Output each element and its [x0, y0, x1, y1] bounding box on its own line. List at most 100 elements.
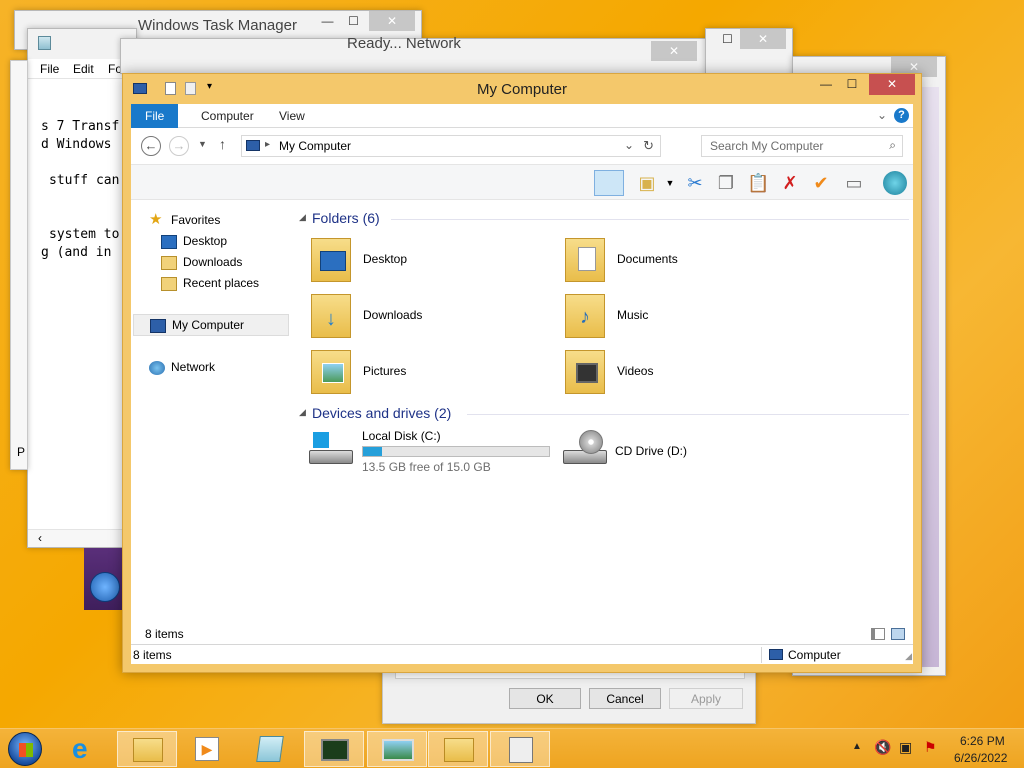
- cut-icon[interactable]: ✂: [684, 172, 706, 194]
- resize-grip-icon[interactable]: ◢: [905, 651, 912, 662]
- notepad-horizontal-scrollbar[interactable]: ‹: [28, 529, 136, 547]
- clock-date[interactable]: 6/26/2022: [954, 751, 1007, 765]
- notepad-line: s 7 Transf: [41, 119, 120, 134]
- search-icon[interactable]: ⌕: [889, 138, 896, 153]
- status-bar: 8 items Computer ◢: [131, 644, 913, 664]
- taskbar: e ▶ ▲ 🔇 ▣ ⚑ 6:26 PM 6/26/2022: [0, 728, 1024, 768]
- start-button[interactable]: [8, 732, 42, 766]
- taskbar-internet-explorer[interactable]: e: [58, 731, 118, 767]
- notepad-window[interactable]: File Edit Fo s 7 Transf d Windows stuff …: [27, 28, 137, 548]
- task-manager-maximize-button[interactable]: ☐: [340, 11, 367, 31]
- network-status-icon[interactable]: ▣: [899, 739, 912, 756]
- taskbar-disc-app[interactable]: [490, 731, 550, 767]
- show-hidden-icons-icon[interactable]: ▲: [852, 741, 862, 752]
- taskbar-file-explorer-2[interactable]: [428, 731, 488, 767]
- command-toolbar: ▣ ▼ ✂ ❐ 📋 ✗ ✔ ▭: [131, 164, 913, 200]
- nav-label: Desktop: [183, 234, 228, 248]
- windows-logo-icon: [90, 572, 120, 602]
- background-window-2-maximize-button[interactable]: ☐: [714, 29, 741, 49]
- navigation-pane: ★ Favorites Desktop Downloads Recent plac…: [131, 200, 291, 632]
- notepad-menu-file[interactable]: File: [40, 62, 59, 76]
- minimize-button[interactable]: —: [813, 74, 839, 95]
- title-bar[interactable]: ▾ My Computer — ☐ ✕: [123, 74, 921, 104]
- rename-icon[interactable]: ▭: [843, 172, 865, 194]
- refresh-icon[interactable]: ↻: [643, 138, 654, 154]
- explorer-window[interactable]: ▾ My Computer — ☐ ✕ File Computer View ⌄…: [122, 73, 922, 673]
- folder-desktop[interactable]: Desktop: [311, 236, 561, 286]
- delete-icon[interactable]: ✗: [779, 172, 801, 194]
- downloads-icon: [161, 255, 177, 270]
- details-view-icon[interactable]: [871, 628, 885, 640]
- preview-pane-icon[interactable]: [594, 170, 624, 196]
- ok-button[interactable]: OK: [509, 688, 581, 709]
- folder-downloads[interactable]: ↓ Downloads: [311, 292, 561, 342]
- address-bar[interactable]: ▸ My Computer ⌄ ↻: [241, 135, 661, 157]
- up-icon[interactable]: ↑: [219, 136, 226, 152]
- tab-view[interactable]: View: [265, 104, 319, 128]
- task-manager-title: Windows Task Manager: [138, 17, 297, 34]
- address-dropdown-icon[interactable]: ⌄: [624, 138, 634, 152]
- notepad-line: system to: [49, 227, 120, 242]
- tab-computer[interactable]: Computer: [187, 104, 268, 128]
- nav-item-downloads[interactable]: Downloads: [161, 252, 242, 272]
- folders-group-header[interactable]: Folders (6): [312, 210, 380, 226]
- devices-collapse-icon[interactable]: ◢: [299, 407, 306, 418]
- drive-local-disk[interactable]: Local Disk (C:) 13.5 GB free of 15.0 GB: [307, 426, 557, 474]
- close-button[interactable]: ✕: [869, 74, 915, 95]
- background-window-2[interactable]: ☐ ✕: [705, 28, 793, 74]
- folder-documents[interactable]: Documents: [565, 236, 815, 286]
- folder-music[interactable]: ♪ Music: [565, 292, 815, 342]
- notepad-line: d Windows: [41, 137, 112, 152]
- action-center-icon[interactable]: ⚑: [924, 739, 937, 756]
- taskbar-media-player[interactable]: ▶: [177, 731, 237, 767]
- file-explorer-icon: [133, 738, 163, 762]
- copy-icon[interactable]: ❐: [715, 172, 737, 194]
- scroll-left-icon[interactable]: ‹: [38, 531, 42, 545]
- task-manager-close-button[interactable]: ✕: [369, 11, 415, 31]
- explorer-body: File Computer View ⌄ ? ← → ▼ ↑ ▸ My Comp…: [131, 104, 913, 664]
- background-window-close-button[interactable]: ✕: [651, 41, 697, 61]
- address-text[interactable]: My Computer: [279, 139, 351, 153]
- nav-item-my-computer[interactable]: My Computer: [133, 314, 289, 336]
- notepad-menu-edit[interactable]: Edit: [73, 62, 94, 76]
- notepad-text-area[interactable]: s 7 Transf d Windows stuff can system to…: [28, 79, 136, 529]
- tab-file[interactable]: File: [131, 104, 179, 128]
- taskbar-photo-viewer[interactable]: [367, 731, 427, 767]
- folder-options-icon[interactable]: ▣: [636, 172, 658, 194]
- forward-icon[interactable]: →: [169, 136, 189, 156]
- help-icon[interactable]: ?: [894, 108, 909, 123]
- nav-item-favorites[interactable]: ★ Favorites: [149, 210, 220, 230]
- taskbar-task-manager[interactable]: [304, 731, 364, 767]
- folder-pictures[interactable]: Pictures: [311, 348, 561, 398]
- cancel-button[interactable]: Cancel: [589, 688, 661, 709]
- maximize-button[interactable]: ☐: [839, 74, 865, 95]
- back-icon[interactable]: ←: [141, 136, 161, 156]
- nav-label: Favorites: [171, 213, 221, 227]
- task-manager-minimize-button[interactable]: —: [314, 11, 341, 31]
- expand-ribbon-icon[interactable]: ⌄: [877, 108, 887, 122]
- folder-videos[interactable]: Videos: [565, 348, 815, 398]
- large-icons-view-icon[interactable]: [891, 628, 905, 640]
- nav-item-network[interactable]: Network: [149, 357, 215, 377]
- clock-time[interactable]: 6:26 PM: [960, 734, 1005, 748]
- recent-locations-icon[interactable]: ▼: [198, 139, 207, 149]
- check-icon[interactable]: ✔: [810, 172, 832, 194]
- nav-item-desktop[interactable]: Desktop: [161, 231, 227, 251]
- background-window-left[interactable]: P: [10, 60, 28, 470]
- devices-group-header[interactable]: Devices and drives (2): [312, 405, 451, 421]
- drive-cd[interactable]: CD Drive (D:): [561, 426, 761, 474]
- hard-drive-icon: [309, 450, 353, 464]
- options-dropdown-icon[interactable]: ▼: [659, 172, 681, 194]
- background-window-2-close-button[interactable]: ✕: [740, 29, 786, 49]
- background-window[interactable]: Ready... Network ✕: [120, 35, 706, 74]
- breadcrumb-chevron-icon[interactable]: ▸: [265, 139, 270, 150]
- folders-collapse-icon[interactable]: ◢: [299, 212, 306, 223]
- taskbar-file-explorer[interactable]: [117, 731, 177, 767]
- taskbar-notepad[interactable]: [240, 731, 300, 767]
- apply-button[interactable]: Apply: [669, 688, 743, 709]
- search-input[interactable]: Search My Computer ⌕: [701, 135, 903, 157]
- shell-icon[interactable]: [883, 171, 907, 195]
- paste-icon[interactable]: 📋: [747, 172, 769, 194]
- nav-item-recent-places[interactable]: Recent places: [161, 273, 259, 293]
- volume-muted-icon[interactable]: 🔇: [874, 739, 891, 756]
